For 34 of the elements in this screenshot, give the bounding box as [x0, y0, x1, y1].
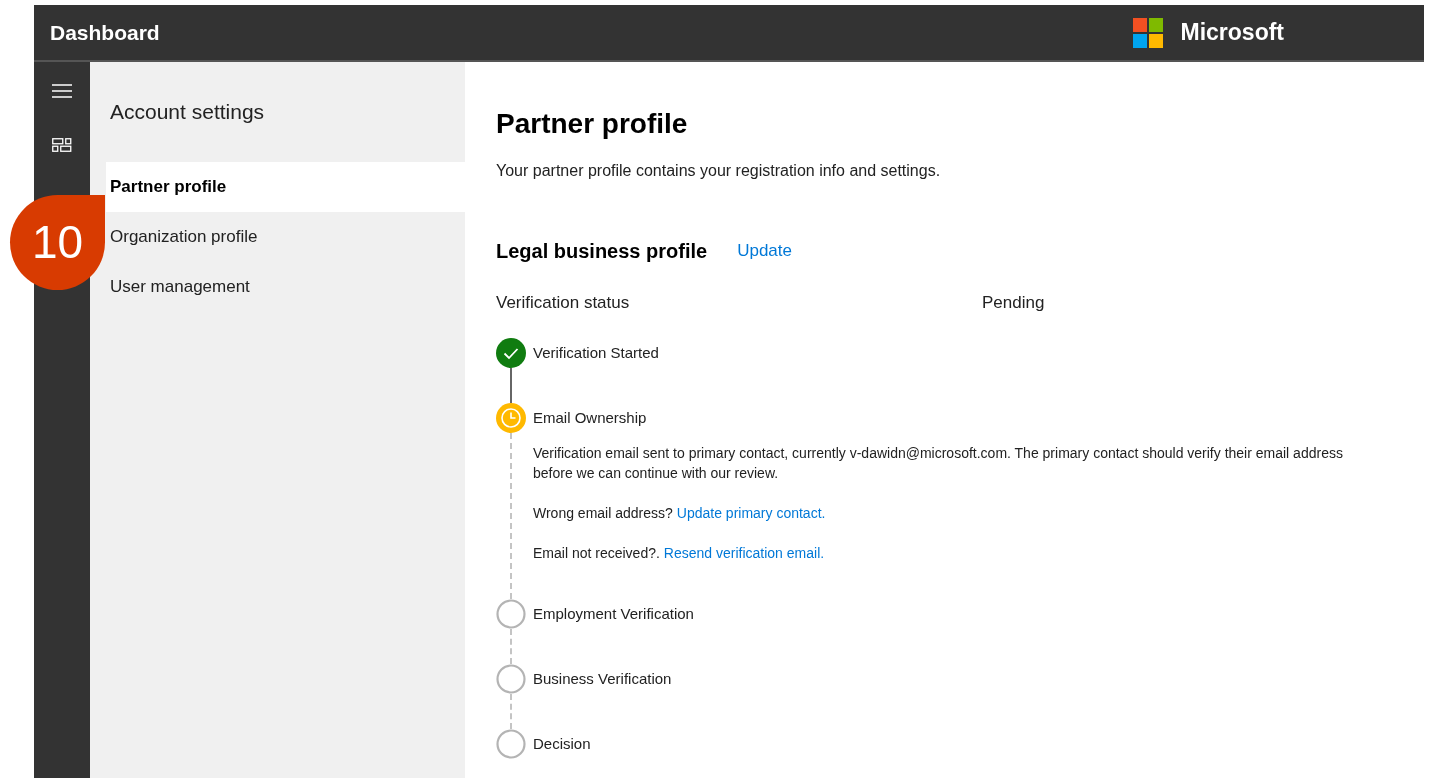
- brand-name: Microsoft: [1180, 18, 1284, 48]
- empty-circle-icon: [496, 598, 526, 629]
- step-title: Employment Verification: [533, 603, 695, 624]
- action-link[interactable]: Update primary contact.: [676, 502, 826, 523]
- windows-logo-icon: [1132, 17, 1163, 48]
- empty-circle-icon: [496, 728, 526, 759]
- connector-line: [510, 628, 512, 664]
- sidebar-item[interactable]: User management: [106, 262, 465, 312]
- section-title: Legal business profile: [496, 239, 708, 264]
- prompt-text: Email not received?.: [533, 543, 660, 563]
- sidebar-item[interactable]: Organization profile: [106, 212, 465, 262]
- connector-line: [510, 693, 512, 729]
- app-title: Dashboard: [50, 19, 160, 46]
- dashboard-icon[interactable]: [52, 138, 72, 152]
- step-number-badge: 10: [10, 195, 105, 290]
- update-link[interactable]: Update: [737, 238, 792, 264]
- step-title: Business Verification: [533, 668, 673, 689]
- prompt-text: Wrong email address?: [533, 503, 673, 523]
- sidebar-item[interactable]: Partner profile: [106, 162, 465, 212]
- status-label: Verification status: [496, 292, 631, 314]
- page-title: Partner profile: [496, 107, 689, 141]
- page-description: Your partner profile contains your registration info and settings.: [496, 161, 942, 181]
- step-title: Email Ownership: [533, 407, 648, 428]
- sidebar-title: Account settings: [109, 99, 266, 125]
- action-link[interactable]: Resend verification email.: [663, 542, 825, 563]
- clock-circle-icon: [496, 402, 526, 433]
- menu-icon[interactable]: [52, 84, 72, 98]
- step-title: Decision: [533, 733, 592, 754]
- step-title: Verification Started: [533, 342, 660, 363]
- empty-circle-icon: [496, 663, 526, 694]
- status-value: Pending: [982, 292, 1045, 314]
- step-description: Verification email sent to primary contact, currently v-dawidn@microsoft.com. The primary contact should verify their email address before we can continue with our review.: [533, 443, 1343, 483]
- connector-line: [510, 367, 512, 403]
- check-circle-icon: [496, 337, 526, 368]
